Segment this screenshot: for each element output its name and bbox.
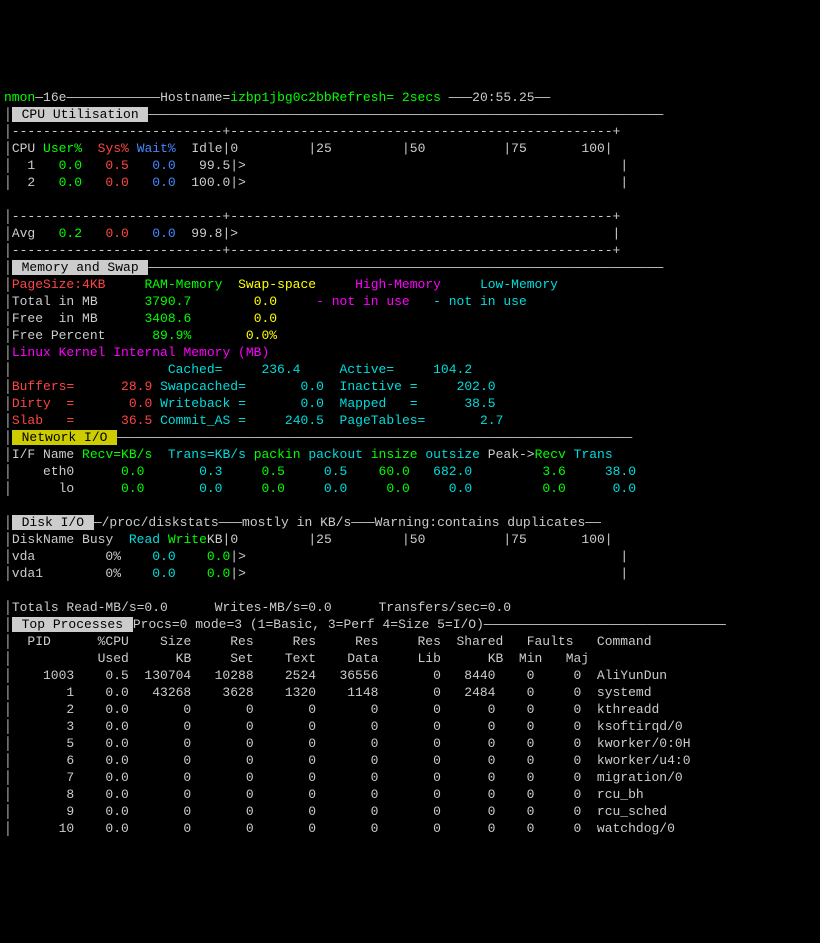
cpu-col: Wait% [137, 141, 176, 156]
prog-name: nmon [4, 90, 35, 105]
proc-header: Used KB Set Text Data Lib KB Min Maj [12, 651, 589, 666]
cpu-title: CPU Utilisation [12, 107, 149, 122]
clock: 20:55.25 [472, 90, 534, 105]
cpu-col: Idle [191, 141, 222, 156]
net-title: Network I/O [12, 430, 117, 445]
hostname: izbp1jbg0c2bbRefresh= 2secs [230, 90, 441, 105]
cpu-col: CPU [12, 141, 35, 156]
proc-header: PID %CPU Size Res Res Res Res Shared Fau… [12, 634, 652, 649]
version: —16e [35, 90, 66, 105]
hostname-label: Hostname= [160, 90, 230, 105]
cpu-avg-label: Avg [12, 226, 35, 241]
disk-title: Disk I/O [12, 515, 94, 530]
disk-totals: Totals Read-MB/s=0.0 Writes-MB/s=0.0 Tra… [12, 600, 511, 615]
cpu-scale: |0 |25 |50 |75 100| [223, 141, 613, 156]
mem-title: Memory and Swap [12, 260, 149, 275]
cpu-col: User% [43, 141, 82, 156]
pagesize: PageSize:4KB [12, 277, 106, 292]
nmon-screen: nmon—16e————————————Hostname=izbp1jbg0c2… [4, 72, 816, 854]
proc-title: Top Processes [12, 617, 133, 632]
cpu-col: Sys% [98, 141, 129, 156]
